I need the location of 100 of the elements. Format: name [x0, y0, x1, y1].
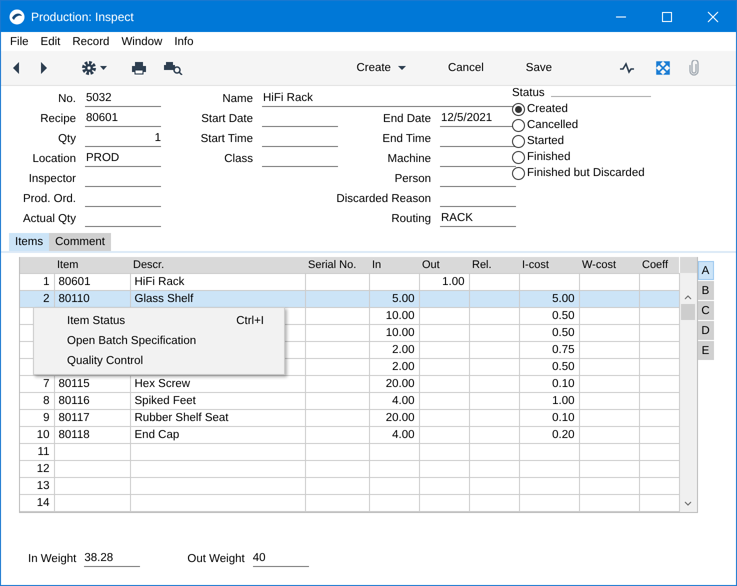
row-number: 9 [20, 409, 54, 426]
table-cell: 4.00 [369, 426, 419, 443]
menu-item[interactable]: Record [67, 36, 114, 48]
expand-icon[interactable] [656, 61, 670, 75]
radio-label: Finished but Discarded [527, 167, 645, 179]
field-label: Inspector [28, 173, 76, 185]
menu-item[interactable]: Window [116, 36, 168, 48]
scroll-up-icon[interactable] [684, 295, 692, 300]
input-field[interactable]: 40 [252, 550, 309, 566]
context-menu-item[interactable]: Quality Control [34, 351, 284, 371]
input-field[interactable]: 1 [85, 131, 161, 147]
field-label: Routing [391, 213, 431, 225]
table-cell: 10.00 [369, 307, 419, 324]
side-tab[interactable]: A [698, 261, 714, 280]
table-cell: 20.00 [369, 375, 419, 392]
column-header[interactable]: Item [54, 257, 130, 273]
toolbar-button[interactable]: Save [522, 60, 556, 76]
side-tab[interactable]: B [698, 281, 714, 300]
header-cell [20, 257, 54, 273]
pulse-icon[interactable] [620, 62, 634, 74]
window-title: Production: Inspect [31, 10, 134, 24]
forward-arrow-icon[interactable] [39, 61, 49, 75]
column-header[interactable]: Serial No. [305, 257, 369, 273]
field-label: Class [224, 153, 253, 165]
side-tab[interactable]: E [698, 341, 714, 360]
table-cell: 0.75 [519, 341, 579, 358]
radio-button[interactable] [512, 102, 525, 116]
table-cell: 1.00 [419, 273, 469, 290]
field-label: End Time [382, 133, 431, 145]
row-number: 11 [20, 443, 54, 460]
field-label: Name [222, 93, 253, 105]
menu-item[interactable]: Edit [36, 36, 66, 48]
input-field[interactable]: 38.28 [84, 550, 140, 566]
tab[interactable]: Comment [49, 233, 111, 251]
context-menu-item[interactable]: Open Batch Specification [34, 331, 284, 351]
gear-icon[interactable] [81, 60, 109, 76]
close-icon[interactable] [707, 10, 719, 22]
table-cell: 0.10 [519, 409, 579, 426]
paperclip-icon[interactable] [688, 60, 700, 76]
table-cell: 0.50 [519, 358, 579, 375]
table-cell: 5.00 [519, 290, 579, 307]
column-header[interactable]: Coeff [639, 257, 679, 273]
table-cell: 2.00 [369, 341, 419, 358]
field-label: In Weight [28, 552, 76, 564]
table-cell: 5.00 [369, 290, 419, 307]
column-header[interactable]: Out [419, 257, 469, 273]
table-cell: 2.00 [369, 358, 419, 375]
context-menu-item[interactable]: Item Status Ctrl+I [34, 311, 284, 331]
printer-icon[interactable] [131, 61, 147, 75]
caret-icon [398, 66, 406, 70]
back-arrow-icon[interactable] [11, 61, 21, 75]
scroll-down-icon[interactable] [684, 500, 692, 506]
radio-button[interactable] [512, 166, 525, 180]
toolbar-button[interactable]: Cancel [444, 60, 488, 76]
input-field[interactable]: PROD [85, 151, 161, 167]
app-logo-icon [9, 8, 25, 24]
field-label: No. [58, 93, 76, 105]
table-cell: 80117 [54, 409, 130, 426]
radio-label: Started [527, 135, 564, 147]
column-header[interactable]: I-cost [519, 257, 579, 273]
column-header[interactable]: Rel. [469, 257, 519, 273]
field-label: Machine [388, 153, 431, 165]
radio-button[interactable] [512, 134, 525, 148]
table-cell: 4.00 [369, 392, 419, 409]
row-number: 14 [20, 494, 54, 511]
field-label: Person [394, 173, 431, 185]
column-header[interactable]: In [369, 257, 419, 273]
maximize-icon[interactable] [661, 10, 673, 22]
field-label: Actual Qty [22, 213, 76, 225]
field-label: Prod. Ord. [22, 193, 76, 205]
print-preview-icon[interactable] [163, 61, 183, 75]
radio-button[interactable] [512, 118, 525, 132]
scrollbar[interactable] [680, 257, 696, 512]
input-field[interactable]: RACK [440, 211, 516, 227]
menu-item[interactable]: File [5, 36, 34, 48]
radio-button[interactable] [512, 150, 525, 164]
tab[interactable]: Items [9, 233, 50, 251]
menu-item[interactable]: Info [169, 36, 199, 48]
table-cell: Spiked Feet [130, 392, 305, 409]
column-header[interactable]: Descr. [130, 257, 305, 273]
table-cell: 20.00 [369, 409, 419, 426]
radio-label: Created [527, 103, 568, 115]
toolbar-button[interactable]: Create [352, 60, 410, 76]
table-cell: 0.50 [519, 307, 579, 324]
row-number: 2 [20, 290, 54, 307]
column-header[interactable]: W-cost [579, 257, 639, 273]
input-field[interactable]: 80601 [85, 111, 161, 127]
side-tab[interactable]: C [698, 301, 714, 320]
table-cell: 0.50 [519, 324, 579, 341]
field-label: Discarded Reason [336, 193, 431, 205]
radio-label: Cancelled [527, 119, 578, 131]
row-number: 12 [20, 460, 54, 477]
field-label: Out Weight [187, 552, 245, 564]
table-cell: 1.00 [519, 392, 579, 409]
radio-label: Finished [527, 151, 570, 163]
side-tab[interactable]: D [698, 321, 714, 340]
table-cell: 80116 [54, 392, 130, 409]
scroll-thumb[interactable] [681, 304, 695, 320]
input-field[interactable]: 5032 [85, 91, 161, 107]
table-cell: 80110 [54, 290, 130, 307]
